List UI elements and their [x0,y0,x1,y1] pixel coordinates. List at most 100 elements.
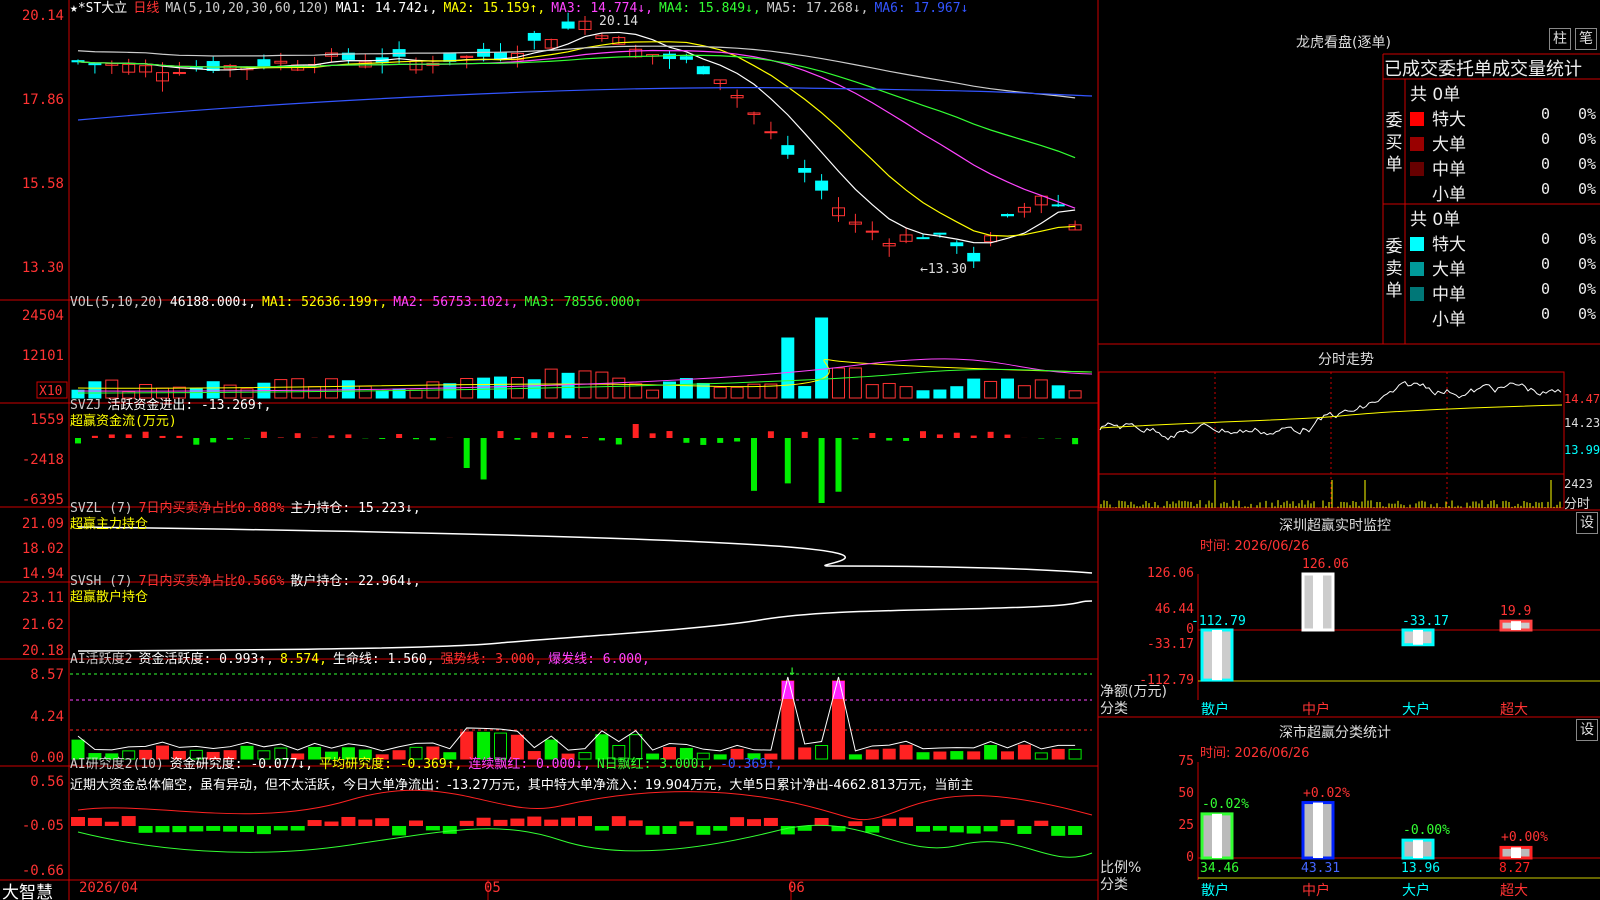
candle-body [1001,213,1014,217]
ai2-hdr-item-4: N日飘红: 3.000↓, [596,757,715,772]
ai2-bar [932,826,947,831]
classify-value-label: 43.31 [1301,861,1341,876]
volume-bar [730,386,744,399]
volume-bar [274,379,288,399]
classify-value-label: 34.46 [1200,861,1240,876]
sell-label: 中单 [1432,285,1466,305]
monitor-category-label: 散户 [1201,702,1229,718]
flow-bar [142,431,149,438]
buy-count: 0 [1541,130,1551,148]
brand-logo: 大智慧 [2,883,53,900]
volume-bar [375,390,389,399]
ma-item-1: MA2: 15.159↑, [443,1,546,16]
monitor-settings-button[interactable]: 设 [1576,512,1598,534]
flow-bar [598,438,605,441]
ai1-bar [967,751,981,760]
ai2-bar [256,826,271,835]
flow-bar [244,438,250,439]
sell-color-swatch [1410,287,1424,301]
monitor-category-label: 超大 [1500,702,1528,718]
ai1-hdr-item-1: 资金活跃度: 0.993↑, [138,652,274,667]
volume-bar [1068,390,1082,399]
ai1-bar [477,731,491,760]
ai2-bar [966,826,981,834]
candle-body [916,237,930,240]
svzl-line [77,526,1093,574]
ai2-axis-label: -0.05 [21,818,64,834]
ai1-axis-label: 8.57 [30,667,64,683]
classify-change-label: +0.00% [1501,830,1548,846]
buy-row: 小单 [1410,180,1466,205]
vol-ma2 [77,358,1093,392]
classify-settings-button[interactable]: 设 [1576,719,1598,741]
ai1-bar [882,748,896,760]
volume-bar [477,377,491,399]
ai-research-comment: 近期大资金总体偏空，虽有异动，但不太活跃，今日大单净流出：-13.27万元，其中… [70,778,974,793]
monitor-bar-highlight [1212,630,1222,681]
candle-body [815,180,829,191]
ai2-bar [916,826,930,832]
vol-hdr-item-4: MA3: 78556.000↑ [524,295,642,310]
monitor-bar-highlight [1413,630,1423,645]
candle-body [696,66,710,75]
ai2-bar [561,817,576,826]
ai1-bar [950,751,964,760]
flow-bar [159,435,166,438]
svzl-subtitle: 超赢主力持仓 [70,517,149,532]
buy-order-label: 委买单 [1385,111,1403,175]
flow-bar [801,431,808,438]
svzl-axis-label: 14.94 [21,566,64,582]
flow-bar [666,431,673,438]
classify-xlabel: 分类 [1100,877,1128,893]
ai1-arrow: ↓ [788,663,796,679]
buy-label: 中单 [1432,160,1466,180]
flow-bar [108,434,115,438]
flow-bar [818,438,825,503]
flow-bar [75,438,81,444]
flow-bar [514,438,521,440]
ai2-bar [848,821,863,826]
ma6-line [77,87,1093,121]
sell-label: 特大 [1432,235,1466,255]
ai2-bar [392,826,407,836]
flow-bar [970,435,977,438]
ma-list: MA1: 14.742↓, MA2: 15.159↑, MA3: 14.774↓, M… [336,1,975,16]
flow-bar [1072,438,1079,445]
sell-color-swatch [1410,312,1424,326]
monitor-axis-label: 0 [1186,622,1194,637]
ai1-bar [1017,744,1031,760]
buy-total: 共 0单 [1410,85,1461,105]
intraday-vol-max: 2423 [1564,477,1593,491]
flow-bar [396,434,403,438]
flow-bar [277,437,284,438]
vol-axis-label: 12101 [21,348,64,364]
ai1-bar [494,732,507,760]
monitor-value-label: -112.79 [1191,614,1246,629]
buy-row: 特大 [1410,105,1466,130]
candle-body [88,63,102,66]
ai1-axis-label: 4.24 [30,709,64,725]
flow-bar [480,438,487,480]
buy-count: 0 [1541,105,1551,123]
ai1-bar [798,747,812,760]
ai2-bar [949,826,964,833]
classify-change-label: -0.02% [1202,796,1249,812]
tick-view-button[interactable]: 笔 [1575,28,1597,50]
flow-bar [632,424,639,438]
column-view-button[interactable]: 柱 [1549,28,1571,50]
sell-pct: 0% [1578,230,1597,248]
sell-color-swatch [1410,262,1424,276]
ai1-hdr-item-3: 生命线: 1.560, [332,652,435,667]
volume-bar [646,389,660,399]
vol-unit-label: X10 [39,384,62,399]
flow-bar [903,438,910,441]
volume-bar [848,367,862,399]
ai1-hdr-item-4: 强势线: 3.000, [440,652,543,667]
ma3-line [77,49,1076,209]
high-price-marker: 20.14 [599,14,639,29]
ai2-bar [713,826,728,831]
flow-bar [345,434,352,438]
flow-bar [717,438,724,443]
volume-bar [781,337,795,399]
svsh-hdr-item-2: 散户持仓: 22.964↓, [290,574,421,589]
